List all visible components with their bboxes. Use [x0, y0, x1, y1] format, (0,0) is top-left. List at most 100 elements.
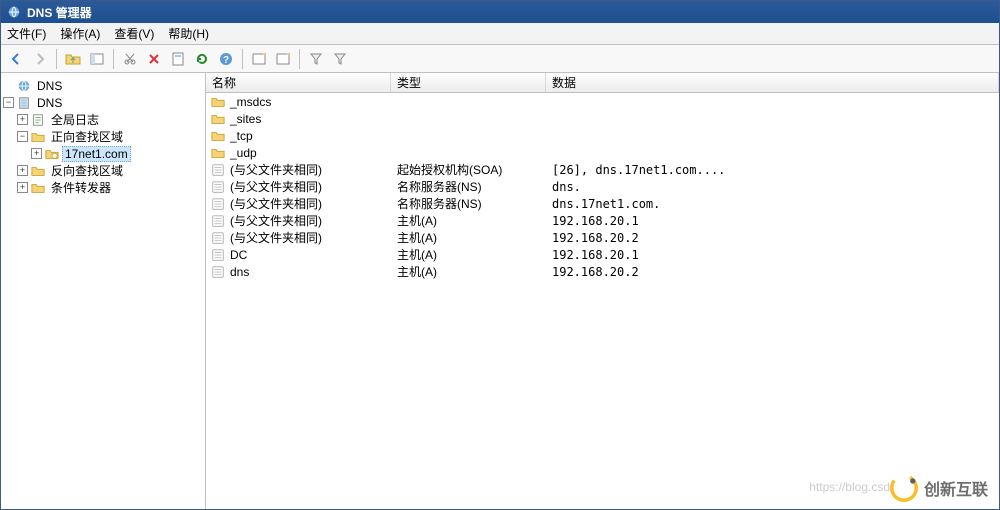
cell-name: (与父文件夹相同) [206, 161, 391, 178]
column-data[interactable]: 数据 [546, 73, 999, 92]
column-headers: 名称 类型 数据 [206, 73, 999, 93]
content-area: DNS − DNS + 全局日志 − 正向查找区域 + 17net1.com [1, 73, 999, 509]
filter2-button[interactable] [329, 48, 351, 70]
cell-data: 192.168.20.2 [546, 231, 999, 245]
column-name[interactable]: 名称 [206, 73, 391, 92]
cell-data: dns.17net1.com. [546, 197, 999, 211]
tree-label: 正向查找区域 [48, 128, 126, 145]
table-row[interactable]: (与父文件夹相同)名称服务器(NS)dns. [206, 178, 999, 195]
record-icon [210, 197, 226, 211]
table-row[interactable]: DC 主机(A)192.168.20.1 [206, 246, 999, 263]
folder-icon [210, 146, 226, 160]
toolbar-separator [113, 49, 114, 69]
toolbar [1, 45, 999, 73]
expander-minus[interactable]: − [3, 97, 14, 108]
records-list[interactable]: _msdcs _sites _tcp _udp(与父文件夹相同)起始授权机构(SOA)… [206, 93, 999, 509]
table-row[interactable]: dns主机(A)192.168.20.2 [206, 263, 999, 280]
tree-root-dns[interactable]: DNS [3, 77, 203, 94]
help-button[interactable] [215, 48, 237, 70]
filter-icon [332, 51, 348, 67]
watermark-text: 创新互联 [924, 476, 988, 500]
menu-view[interactable]: 查看(V) [114, 25, 154, 42]
help-icon [218, 51, 234, 67]
up-button[interactable] [62, 48, 84, 70]
cell-name: (与父文件夹相同) [206, 178, 391, 195]
tree-reverse-zone[interactable]: + 反向查找区域 [3, 162, 203, 179]
cut-button[interactable] [119, 48, 141, 70]
cell-name: _sites [206, 112, 391, 126]
cell-data: 192.168.20.1 [546, 248, 999, 262]
cell-type: 主机(A) [391, 263, 546, 280]
row-name: (与父文件夹相同) [230, 178, 322, 195]
record-icon [210, 214, 226, 228]
refresh-button[interactable] [191, 48, 213, 70]
expander-plus[interactable]: + [17, 182, 28, 193]
folder-icon [30, 181, 46, 195]
tree-conditional[interactable]: + 条件转发器 [3, 179, 203, 196]
row-name: (与父文件夹相同) [230, 195, 322, 212]
menu-file[interactable]: 文件(F) [7, 25, 46, 42]
table-row[interactable]: (与父文件夹相同)主机(A)192.168.20.2 [206, 229, 999, 246]
zone-icon [44, 147, 60, 161]
table-row[interactable]: _tcp [206, 127, 999, 144]
tree-zone-17net1[interactable]: + 17net1.com [3, 145, 203, 162]
new2-button[interactable] [272, 48, 294, 70]
menu-help[interactable]: 帮助(H) [168, 25, 209, 42]
record-icon [210, 180, 226, 194]
new-button[interactable] [248, 48, 270, 70]
cell-data: [26], dns.17net1.com.... [546, 163, 999, 177]
record-icon [210, 231, 226, 245]
table-row[interactable]: (与父文件夹相同)起始授权机构(SOA)[26], dns.17net1.com… [206, 161, 999, 178]
tree-global-log[interactable]: + 全局日志 [3, 111, 203, 128]
menu-action[interactable]: 操作(A) [60, 25, 100, 42]
expander-empty [3, 80, 14, 91]
folder-icon [210, 129, 226, 143]
delete-button[interactable] [143, 48, 165, 70]
toolbar-separator [56, 49, 57, 69]
row-name: DC [230, 248, 247, 262]
row-name: (与父文件夹相同) [230, 229, 322, 246]
up-icon [65, 51, 81, 67]
panel-icon [89, 51, 105, 67]
column-type[interactable]: 类型 [391, 73, 546, 92]
tree-label: DNS [34, 79, 65, 93]
folder-icon [30, 130, 46, 144]
cell-type: 主机(A) [391, 246, 546, 263]
forward-icon [32, 51, 48, 67]
back-button[interactable] [5, 48, 27, 70]
table-row[interactable]: (与父文件夹相同)名称服务器(NS)dns.17net1.com. [206, 195, 999, 212]
cell-name: (与父文件夹相同) [206, 229, 391, 246]
row-name: _sites [230, 112, 261, 126]
properties-icon [170, 51, 186, 67]
tree-forward-zone[interactable]: − 正向查找区域 [3, 128, 203, 145]
tree-label: 全局日志 [48, 111, 102, 128]
cell-data: 192.168.20.1 [546, 214, 999, 228]
expander-plus[interactable]: + [17, 165, 28, 176]
app-icon [7, 5, 21, 19]
refresh-icon [194, 51, 210, 67]
cell-name: _udp [206, 146, 391, 160]
folder-icon [210, 112, 226, 126]
record-icon [210, 163, 226, 177]
forward-button[interactable] [29, 48, 51, 70]
table-row[interactable]: _udp [206, 144, 999, 161]
record-icon [210, 248, 226, 262]
table-row[interactable]: _sites [206, 110, 999, 127]
log-icon [30, 113, 46, 127]
table-row[interactable]: (与父文件夹相同)主机(A)192.168.20.1 [206, 212, 999, 229]
tree-panel[interactable]: DNS − DNS + 全局日志 − 正向查找区域 + 17net1.com [1, 73, 206, 509]
panel-button[interactable] [86, 48, 108, 70]
expander-plus[interactable]: + [17, 114, 28, 125]
filter-button[interactable] [305, 48, 327, 70]
expander-plus[interactable]: + [31, 148, 42, 159]
window-title: DNS 管理器 [27, 4, 92, 21]
cell-data: dns. [546, 180, 999, 194]
new-icon [275, 51, 291, 67]
cell-name: _msdcs [206, 95, 391, 109]
table-row[interactable]: _msdcs [206, 93, 999, 110]
cell-type: 主机(A) [391, 212, 546, 229]
tree-server-dns[interactable]: − DNS [3, 94, 203, 111]
row-name: _tcp [230, 129, 253, 143]
expander-minus[interactable]: − [17, 131, 28, 142]
properties-button[interactable] [167, 48, 189, 70]
